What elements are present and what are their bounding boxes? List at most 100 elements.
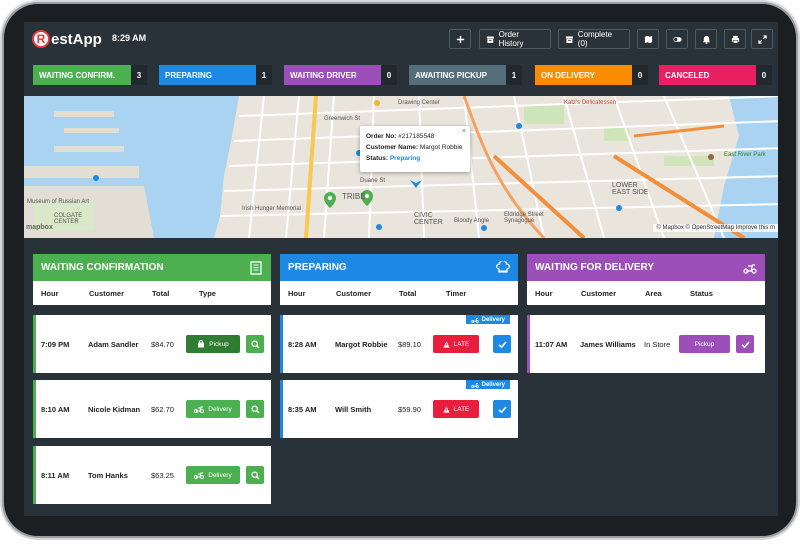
mark-ready-button[interactable] — [493, 335, 511, 353]
order-card[interactable]: Delivery 8:35 AM Will Smith $59.90 LATE — [280, 380, 518, 438]
delivery-type-button[interactable]: Delivery — [186, 466, 240, 484]
order-customer: Will Smith — [335, 405, 372, 414]
map-label-duane: Duane St — [360, 178, 386, 184]
delivery-ribbon: Delivery — [465, 380, 510, 389]
scooter-icon — [470, 382, 479, 388]
panel-title: WAITING FOR DELIVERY — [535, 262, 655, 273]
map-label-katz: Katz's Delicatessen — [564, 100, 617, 106]
map-attribution[interactable]: © Mapbox © OpenStreetMap Improve this m — [653, 224, 778, 232]
view-order-button[interactable] — [246, 466, 264, 484]
order-card[interactable]: Delivery 8:28 AM Margot Robbie $89.10 LA… — [280, 315, 518, 373]
print-button[interactable] — [724, 29, 746, 49]
map-toggle-button[interactable] — [637, 29, 659, 49]
order-customer: James Williams — [580, 340, 636, 349]
order-hour: 8:10 AM — [41, 405, 70, 414]
status-bar — [33, 380, 36, 438]
order-customer: Nicole Kidman — [88, 405, 141, 414]
status-tab-count: 0 — [381, 65, 397, 85]
status-tab-label: PREPARING — [165, 70, 212, 80]
search-icon — [250, 404, 259, 413]
map-label-lower-east: LOWER EAST SIDE — [612, 182, 649, 196]
panel-waiting-delivery: WAITING FOR DELIVERY Hour Customer Area … — [527, 254, 765, 373]
panel-header: WAITING CONFIRMATION — [33, 254, 271, 281]
column-header: Hour — [535, 288, 553, 298]
fullscreen-button[interactable] — [751, 29, 773, 49]
bell-icon — [702, 35, 710, 44]
complete-orders-button[interactable]: Complete (0) — [558, 29, 630, 49]
panel-preparing: PREPARING Hour Customer Total Timer Deli… — [280, 254, 518, 438]
status-tab-label: ON DELIVERY — [541, 70, 595, 80]
map-label-bloody: Bloody Angle — [454, 218, 490, 224]
map-label-east-river: East River Park — [724, 152, 766, 158]
map-label-tribeca: TRIBE — [342, 192, 366, 201]
map-label-colgate: COLGATE CENTER — [54, 213, 83, 225]
order-card[interactable]: 8:11 AM Tom Hanks $63.25 Delivery — [33, 446, 271, 504]
status-tab-on-delivery[interactable]: ON DELIVERY 0 — [535, 65, 648, 85]
panel-title: PREPARING — [288, 262, 347, 273]
view-order-button[interactable] — [246, 335, 264, 353]
status-tab-canceled[interactable]: CANCELED 0 — [659, 65, 772, 85]
printer-icon — [731, 35, 739, 43]
add-order-button[interactable] — [449, 29, 471, 49]
panel-waiting-confirmation: WAITING CONFIRMATION Hour Customer Total… — [33, 254, 271, 504]
popup-status: Preparing — [389, 155, 421, 162]
toggle-icon — [672, 36, 682, 42]
pickup-type-button[interactable]: Pickup — [186, 335, 240, 353]
column-header: Status — [690, 288, 713, 298]
type-label: Delivery — [208, 471, 232, 479]
status-tab-label: WAITING CONFIRM. — [39, 70, 115, 80]
column-header: Customer — [89, 288, 125, 298]
archive-icon — [486, 35, 494, 43]
popup-customer-row: Customer Name: Margot Robbie — [366, 142, 464, 153]
panel-title: WAITING CONFIRMATION — [41, 262, 164, 273]
late-timer-badge: LATE — [433, 400, 479, 418]
mark-delivered-button[interactable] — [736, 335, 754, 353]
status-bar — [280, 315, 283, 373]
order-customer: Adam Sandler — [88, 340, 139, 349]
column-header: Timer — [446, 288, 467, 298]
column-header: Total — [152, 288, 170, 298]
scooter-icon — [194, 472, 205, 479]
status-tab-label: AWAITING PICKUP — [415, 70, 488, 80]
logo-mark: R — [32, 30, 50, 48]
delivery-ribbon: Delivery — [465, 315, 510, 324]
view-order-button[interactable] — [246, 400, 264, 418]
chef-hat-icon — [496, 261, 510, 273]
status-tab-count: 0 — [632, 65, 648, 85]
popup-close-icon[interactable]: × — [462, 127, 466, 136]
status-tab-waiting-driver[interactable]: WAITING DRIVER 0 — [284, 65, 397, 85]
order-card[interactable]: 8:10 AM Nicole Kidman $62.70 Delivery — [33, 380, 271, 438]
delivery-type-button[interactable]: Delivery — [186, 400, 240, 418]
column-headers: Hour Customer Total Type — [33, 281, 271, 305]
scooter-icon — [470, 317, 479, 323]
app-logo[interactable]: R estApp — [32, 28, 102, 50]
timer-label: LATE — [453, 405, 470, 413]
shopping-bag-icon — [198, 340, 205, 348]
status-tab-count: 3 — [131, 65, 147, 85]
mark-ready-button[interactable] — [493, 400, 511, 418]
order-card[interactable]: 7:09 PM Adam Sandler $84.70 Pickup — [33, 315, 271, 373]
pickup-status-button[interactable]: Pickup — [679, 335, 730, 353]
status-tab-waiting-confirm[interactable]: WAITING CONFIRM. 3 — [33, 65, 147, 85]
search-icon — [250, 339, 259, 348]
order-history-button[interactable]: Order History — [479, 29, 551, 49]
status-tab-label: WAITING DRIVER — [290, 70, 357, 80]
order-card[interactable]: 11:07 AM James Williams In Store Pickup — [527, 315, 765, 373]
notifications-button[interactable] — [695, 29, 717, 49]
delivery-scooter-icon — [743, 264, 757, 274]
complete-label: Complete (0) — [577, 30, 613, 48]
panel-header: WAITING FOR DELIVERY — [527, 254, 765, 281]
order-history-label: Order History — [498, 30, 524, 48]
status-tab-count: 1 — [506, 65, 522, 85]
popup-status-label: Status: — [366, 155, 389, 162]
order-total: $59.90 — [398, 405, 421, 414]
toggle-switch-button[interactable] — [666, 29, 688, 49]
order-total: $89.10 — [398, 340, 421, 349]
check-icon — [497, 340, 507, 348]
order-popup: × Order No: #217185548 Customer Name: Ma… — [360, 126, 470, 172]
status-tab-awaiting-pickup[interactable]: AWAITING PICKUP 1 — [409, 65, 522, 85]
column-header: Customer — [336, 288, 372, 298]
popup-customer: Margot Robbie — [419, 144, 463, 151]
column-header: Type — [199, 288, 216, 298]
status-tab-preparing[interactable]: PREPARING 1 — [159, 65, 272, 85]
